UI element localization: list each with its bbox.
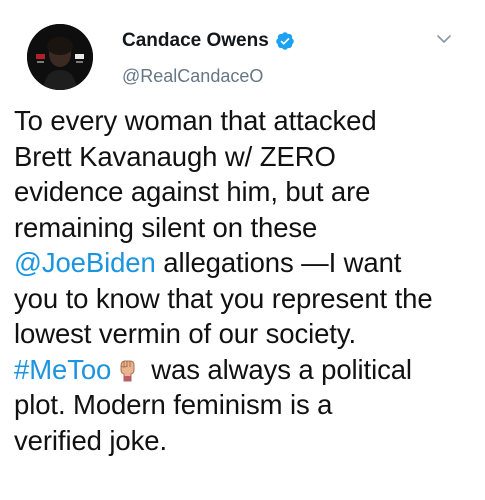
tweet-card: Candace Owens @RealCandaceO To every wom…: [0, 0, 485, 500]
text-segment: verified joke.: [14, 424, 167, 456]
tweet-text-line: Brett Kavanaugh w/ ZERO: [14, 139, 474, 175]
text-segment: evidence against him, but are: [14, 176, 371, 207]
tweet-text-line: verified joke.: [14, 423, 474, 459]
tweet-text-line: @JoeBiden allegations —I want: [14, 245, 474, 281]
tweet-text-line: evidence against him, but are: [14, 174, 474, 210]
text-segment: To every woman that attacked: [14, 105, 377, 136]
tweet-text-line: remaining silent on these: [14, 210, 474, 246]
hashtag-link[interactable]: #MeToo: [14, 354, 111, 385]
text-segment: remaining silent on these: [14, 211, 318, 243]
tweet-text-line: plot. Modern feminism is a: [14, 387, 474, 423]
author-handle[interactable]: @RealCandaceO: [122, 66, 263, 87]
text-segment: lowest vermin of our society.: [14, 318, 356, 349]
tweet-header: Candace Owens @RealCandaceO: [14, 12, 471, 92]
author-name-row: Candace Owens: [122, 30, 295, 52]
verified-badge-icon: [275, 31, 295, 51]
text-segment: was always a political: [151, 353, 412, 385]
author-display-name[interactable]: Candace Owens: [122, 30, 269, 52]
mention-link[interactable]: @JoeBiden: [14, 247, 156, 278]
tweet-text: To every woman that attacked Brett Kavan…: [14, 103, 474, 458]
profile-photo-icon: [27, 24, 93, 90]
text-segment: Brett Kavanaugh w/ ZERO: [14, 140, 336, 172]
text-segment: you to know that you represent the: [14, 282, 433, 314]
text-segment: allegations —I want: [155, 247, 402, 278]
tweet-text-line: To every woman that attacked: [14, 103, 474, 139]
chevron-down-icon[interactable]: [433, 28, 455, 50]
tweet-text-line: lowest vermin of our society.: [14, 316, 474, 352]
avatar[interactable]: [27, 24, 93, 90]
text-segment: plot. Modern feminism is a: [14, 389, 333, 420]
tweet-text-line: you to know that you represent the: [14, 281, 474, 317]
raised-fist-emoji-icon: [115, 355, 139, 381]
tweet-text-line: #MeToo was always a political: [14, 352, 474, 388]
